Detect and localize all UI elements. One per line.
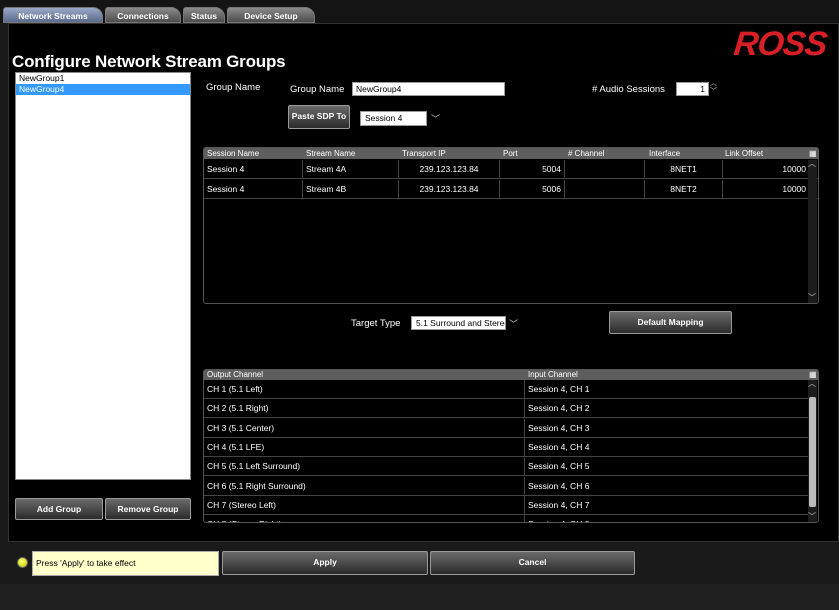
- stepper-down-icon[interactable]: ﹀: [710, 88, 717, 96]
- page-title: Configure Network Stream Groups: [12, 52, 286, 71]
- cell-stream-name: Stream 4B: [303, 180, 399, 199]
- default-mapping-button[interactable]: Default Mapping: [609, 311, 732, 334]
- column-header: Port: [503, 149, 518, 158]
- mapping-table: Output Channel Input Channel ▦ CH 1 (5.1…: [203, 369, 819, 523]
- cell-transport-ip: 239.123.123.84: [399, 160, 500, 179]
- cell-channel: [565, 180, 645, 199]
- table-row[interactable]: CH 7 (Stereo Left) Session 4, CH 7: [204, 495, 810, 515]
- cell-link-offset: 10000: [782, 184, 806, 194]
- column-header: Link Offset: [725, 149, 764, 158]
- paste-sdp-target-select[interactable]: Session 4: [360, 111, 427, 126]
- column-header: Input Channel: [528, 370, 578, 379]
- sessions-scrollbar[interactable]: ︿ ﹀: [808, 158, 817, 303]
- bottom-bar: [0, 584, 839, 610]
- group-name-input[interactable]: NewGroup4: [352, 82, 505, 96]
- cell-interface: 8NET2: [645, 180, 723, 199]
- tab-network-streams[interactable]: Network Streams: [3, 7, 103, 23]
- audio-sessions-input[interactable]: 1: [676, 82, 709, 96]
- column-header: Output Channel: [207, 370, 264, 379]
- table-row[interactable]: CH 6 (5.1 Right Surround) Session 4, CH 6: [204, 476, 810, 496]
- column-header: Transport IP: [402, 149, 446, 158]
- cell-channel: [565, 160, 645, 179]
- column-header: # Channel: [568, 149, 605, 158]
- cell-input-channel: Session 4, CH 7: [528, 499, 590, 510]
- table-row[interactable]: CH 8 (Stereo Right)Session 4, CH 8: [204, 515, 810, 522]
- cell-output-channel: CH 7 (Stereo Left): [204, 495, 525, 515]
- status-led-icon: [17, 557, 28, 568]
- cell-output-channel: CH 5 (5.1 Left Surround): [204, 457, 525, 477]
- scroll-down-icon[interactable]: ﹀: [808, 292, 816, 303]
- cell-output-channel: CH 8 (Stereo Right): [204, 515, 525, 522]
- cell-link-offset: 10000: [782, 164, 806, 174]
- scroll-down-icon[interactable]: ﹀: [808, 511, 816, 522]
- table-row[interactable]: CH 2 (5.1 Right) Session 4, CH 2: [204, 399, 810, 419]
- tab-status[interactable]: Status: [183, 7, 225, 23]
- table-row[interactable]: CH 4 (5.1 LFE) Session 4, CH 4: [204, 437, 810, 457]
- mapping-table-header: Output Channel Input Channel ▦: [204, 370, 818, 380]
- cancel-button[interactable]: Cancel: [430, 551, 635, 575]
- group-name-label: Group Name: [290, 84, 345, 95]
- remove-group-button[interactable]: Remove Group: [105, 498, 191, 520]
- cell-input-channel: Session 4, CH 4: [528, 441, 590, 452]
- ross-logo: ROSS: [732, 25, 829, 63]
- cell-transport-ip: 239.123.123.84: [399, 180, 500, 199]
- cell-output-channel: CH 1 (5.1 Left): [204, 380, 525, 399]
- apply-button[interactable]: Apply: [222, 551, 428, 575]
- table-row[interactable]: CH 3 (5.1 Center) Session 4, CH 3: [204, 418, 810, 438]
- stepper-up-icon[interactable]: ︿: [710, 80, 717, 88]
- cell-output-channel: CH 3 (5.1 Center): [204, 418, 525, 438]
- tab-bar: Network Streams Connections Status Devic…: [0, 0, 839, 23]
- cell-input-channel: Session 4, CH 1: [528, 384, 590, 394]
- table-row[interactable]: CH 1 (5.1 Left) Session 4, CH 1: [204, 380, 810, 399]
- mapping-scrollbar[interactable]: ︿ ﹀: [808, 378, 817, 522]
- sessions-table-header: Session Name Stream Name Transport IP Po…: [204, 148, 818, 159]
- target-type-label: Target Type: [351, 318, 401, 329]
- cell-input-channel: Session 4, CH 5: [528, 461, 590, 472]
- cell-session-name: Session 4: [204, 180, 303, 199]
- chevron-down-icon[interactable]: ﹀: [509, 317, 518, 330]
- add-group-button[interactable]: Add Group: [15, 498, 103, 520]
- sessions-table: Session Name Stream Name Transport IP Po…: [203, 147, 819, 304]
- audio-sessions-stepper[interactable]: ︿ ﹀: [710, 80, 717, 96]
- group-list-item[interactable]: NewGroup1: [16, 73, 190, 84]
- table-row[interactable]: CH 5 (5.1 Left Surround) Session 4, CH 5: [204, 457, 810, 477]
- cell-output-channel: CH 2 (5.1 Right): [204, 399, 525, 419]
- cell-output-channel: CH 6 (5.1 Right Surround): [204, 476, 525, 496]
- cell-output-channel: CH 4 (5.1 LFE): [204, 437, 525, 457]
- status-message: Press 'Apply' to take effect: [32, 551, 219, 576]
- cell-input-channel: Session 4, CH 3: [528, 422, 590, 433]
- cell-port: 5006: [500, 180, 565, 199]
- group-name-heading: Group Name: [206, 82, 261, 93]
- table-row[interactable]: Session 4 Stream 4A 239.123.123.84 5004 …: [204, 160, 818, 179]
- group-list: NewGroup1 NewGroup4: [15, 72, 191, 480]
- chevron-down-icon[interactable]: ﹀: [431, 112, 440, 125]
- tab-connections[interactable]: Connections: [105, 7, 181, 23]
- audio-sessions-label: # Audio Sessions: [592, 84, 665, 95]
- column-header: Stream Name: [306, 149, 356, 158]
- target-type-select[interactable]: 5.1 Surround and Stereo: [411, 316, 506, 330]
- scroll-up-icon[interactable]: ︿: [808, 378, 816, 389]
- table-row[interactable]: Session 4 Stream 4B 239.123.123.84 5006 …: [204, 180, 818, 199]
- scroll-thumb[interactable]: [809, 397, 816, 507]
- column-header: Session Name: [207, 149, 260, 158]
- cell-input-channel: Session 4, CH 6: [528, 480, 590, 491]
- cell-session-name: Session 4: [204, 160, 303, 179]
- tab-device-setup[interactable]: Device Setup: [227, 7, 315, 23]
- column-header: Interface: [649, 149, 681, 158]
- group-list-item-selected[interactable]: NewGroup4: [16, 84, 190, 95]
- paste-sdp-button[interactable]: Paste SDP To: [288, 105, 350, 129]
- cell-stream-name: Stream 4A: [303, 160, 399, 179]
- cell-input-channel: Session 4, CH 8: [525, 515, 810, 522]
- cell-interface: 8NET1: [645, 160, 723, 179]
- cell-port: 5004: [500, 160, 565, 179]
- cell-input-channel: Session 4, CH 2: [528, 403, 590, 414]
- scroll-up-icon[interactable]: ︿: [808, 158, 816, 169]
